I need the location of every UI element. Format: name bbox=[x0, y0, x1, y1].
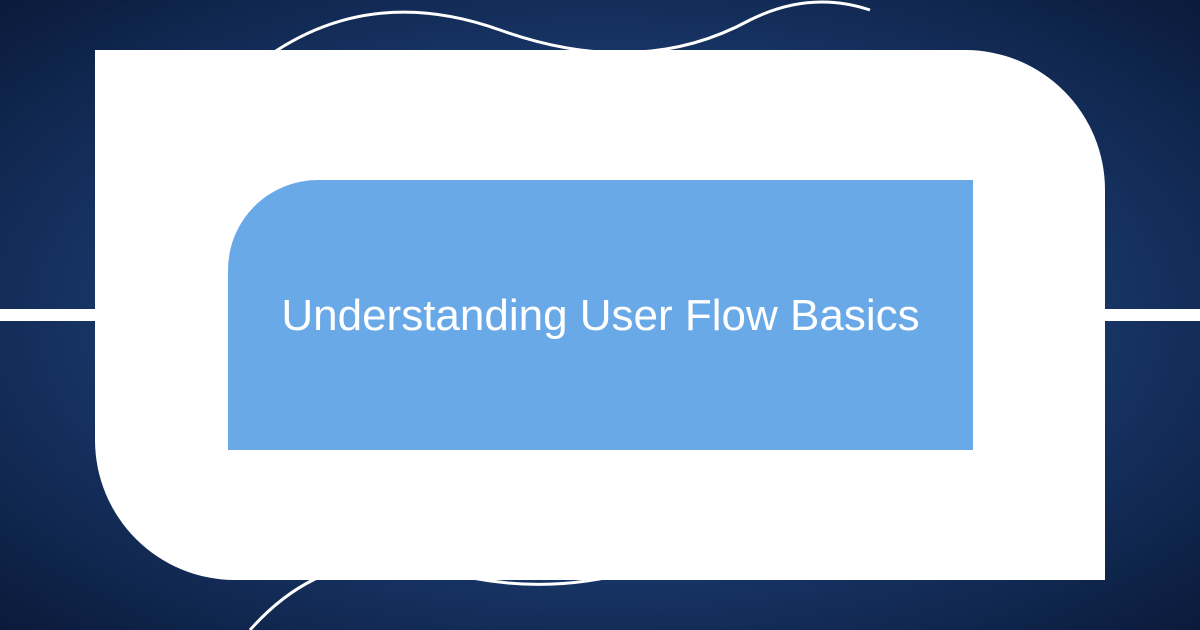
title-panel: Understanding User Flow Basics bbox=[228, 180, 973, 450]
page-title: Understanding User Flow Basics bbox=[241, 288, 959, 343]
